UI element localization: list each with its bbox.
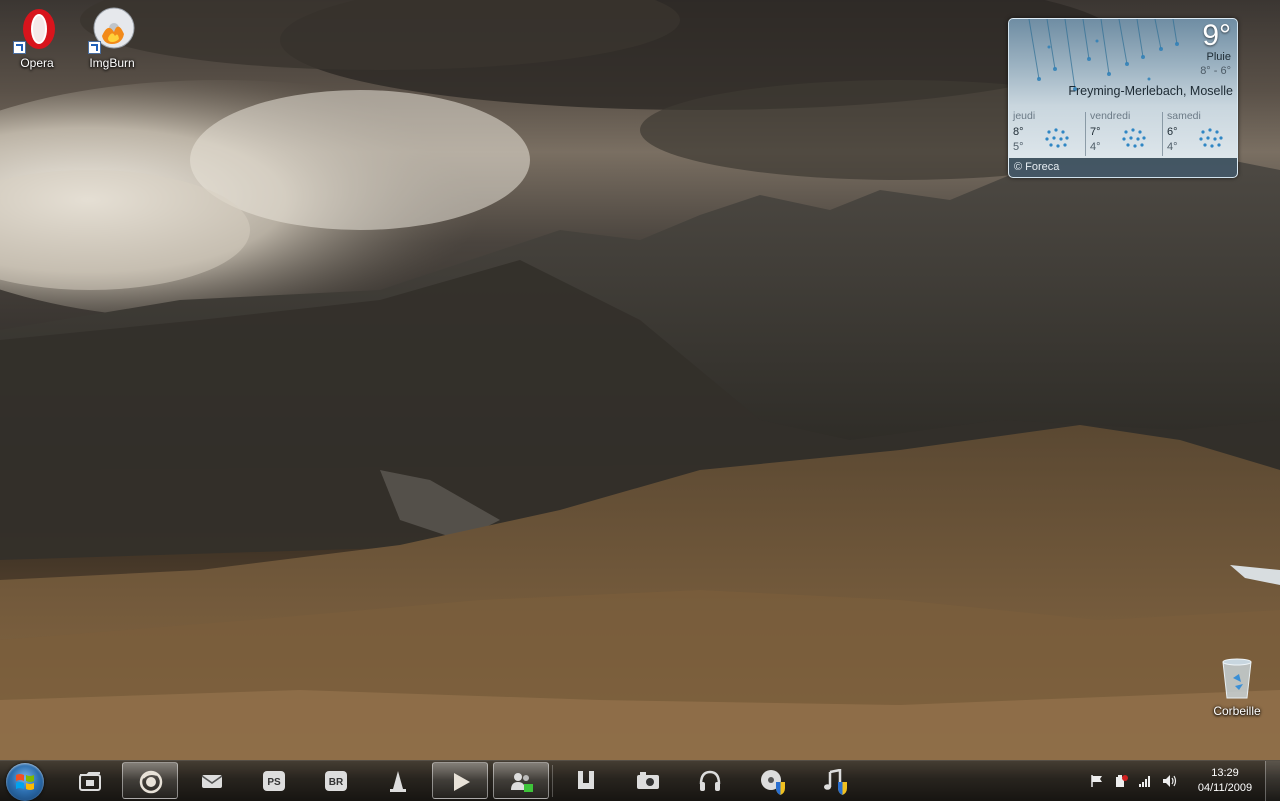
forecast-high: 7° (1090, 126, 1101, 138)
taskbar-bridge[interactable]: BR (308, 762, 364, 799)
rain-icon (1045, 128, 1069, 148)
taskbar-separator (552, 765, 553, 797)
desktop-icon-recycle-bin[interactable]: Corbeille (1205, 654, 1269, 718)
flag-icon[interactable] (1090, 774, 1104, 788)
taskbar-messenger[interactable] (493, 762, 549, 799)
forecast-day: vendredi 7° 4° (1086, 110, 1162, 158)
recycle-bin-icon (1213, 654, 1261, 702)
taskbar-utorrent[interactable] (558, 762, 614, 799)
current-condition: Pluie (1206, 51, 1231, 63)
taskbar-headphones[interactable] (682, 762, 738, 799)
headphones-icon (699, 770, 721, 791)
imgburn-icon (88, 6, 136, 54)
taskbar-disc-shield[interactable] (744, 762, 800, 799)
weather-credit[interactable]: © Foreca (1009, 158, 1237, 177)
play-icon (454, 773, 470, 791)
forecast-row: jeudi 8° 5° vendredi 7° 4° samedi 6° 4° (1009, 110, 1237, 158)
forecast-high: 8° (1013, 126, 1024, 138)
shortcut-arrow-icon (13, 41, 26, 54)
location-label: Freyming-Merlebach, Moselle (1068, 84, 1233, 98)
taskbar-photoshop[interactable]: PS (246, 762, 302, 799)
firefox-icon (139, 770, 163, 794)
taskbar-firefox[interactable] (122, 762, 178, 799)
volume-icon[interactable] (1162, 774, 1178, 788)
ps-text: PS (267, 777, 281, 788)
disc-shield-icon (761, 770, 785, 795)
messenger-icon (511, 773, 533, 792)
taskbar-mail[interactable] (184, 762, 240, 799)
power-icon[interactable] (1114, 774, 1128, 788)
forecast-low: 4° (1090, 141, 1101, 153)
forecast-day: samedi 6° 4° (1163, 110, 1237, 158)
start-button[interactable] (6, 763, 44, 801)
taskbar-vlc[interactable] (370, 762, 426, 799)
show-desktop-button[interactable] (1265, 761, 1280, 801)
clock-time: 13:29 (1211, 767, 1239, 779)
taskbar-music-shield[interactable] (806, 762, 862, 799)
desktop-icon-label: Opera (20, 56, 54, 70)
forecast-day-name: vendredi (1090, 110, 1131, 122)
cone-icon (390, 771, 406, 792)
clock[interactable]: 13:29 04/11/2009 (1188, 766, 1262, 796)
taskbar-camera[interactable] (620, 762, 676, 799)
system-tray (1086, 761, 1186, 801)
camera-icon (637, 772, 659, 789)
rain-icon (1122, 128, 1146, 148)
utorrent-icon (578, 771, 594, 789)
taskbar-media-player[interactable] (432, 762, 488, 799)
clock-date: 04/11/2009 (1197, 782, 1253, 794)
desktop-icon-label: ImgBurn (89, 56, 135, 70)
credit-label[interactable]: © Foreca (1014, 161, 1059, 173)
ps-icon: PS (263, 771, 285, 791)
network-icon[interactable] (1138, 774, 1152, 788)
desktop-icon-opera[interactable]: Opera (5, 6, 69, 70)
forecast-day-name: jeudi (1013, 110, 1036, 122)
temperature-range: 8° - 6° (1200, 65, 1231, 77)
music-shield-icon (824, 769, 847, 795)
taskbar-explorer[interactable] (62, 762, 118, 799)
forecast-low: 4° (1167, 141, 1178, 153)
taskbar: PS BR 13:29 04/11/2009 (0, 760, 1280, 801)
forecast-high: 6° (1167, 126, 1178, 138)
br-text: BR (329, 777, 344, 788)
desktop-icon-label: Corbeille (1213, 704, 1261, 718)
current-temperature: 9° (1202, 19, 1231, 52)
shortcut-arrow-icon (88, 41, 101, 54)
forecast-day: jeudi 8° 5° (1009, 110, 1085, 158)
opera-icon (13, 6, 61, 54)
br-icon: BR (325, 771, 347, 791)
forecast-day-name: samedi (1167, 110, 1201, 122)
mail-icon (201, 775, 223, 788)
folder-icon (79, 772, 101, 791)
forecast-low: 5° (1013, 141, 1024, 153)
weather-gadget[interactable]: 9° Pluie 8° - 6° Freyming-Merlebach, Mos… (1008, 18, 1238, 178)
rain-icon (1199, 128, 1223, 148)
desktop-icon-imgburn[interactable]: ImgBurn (80, 6, 144, 70)
windows-logo-icon (16, 774, 34, 790)
